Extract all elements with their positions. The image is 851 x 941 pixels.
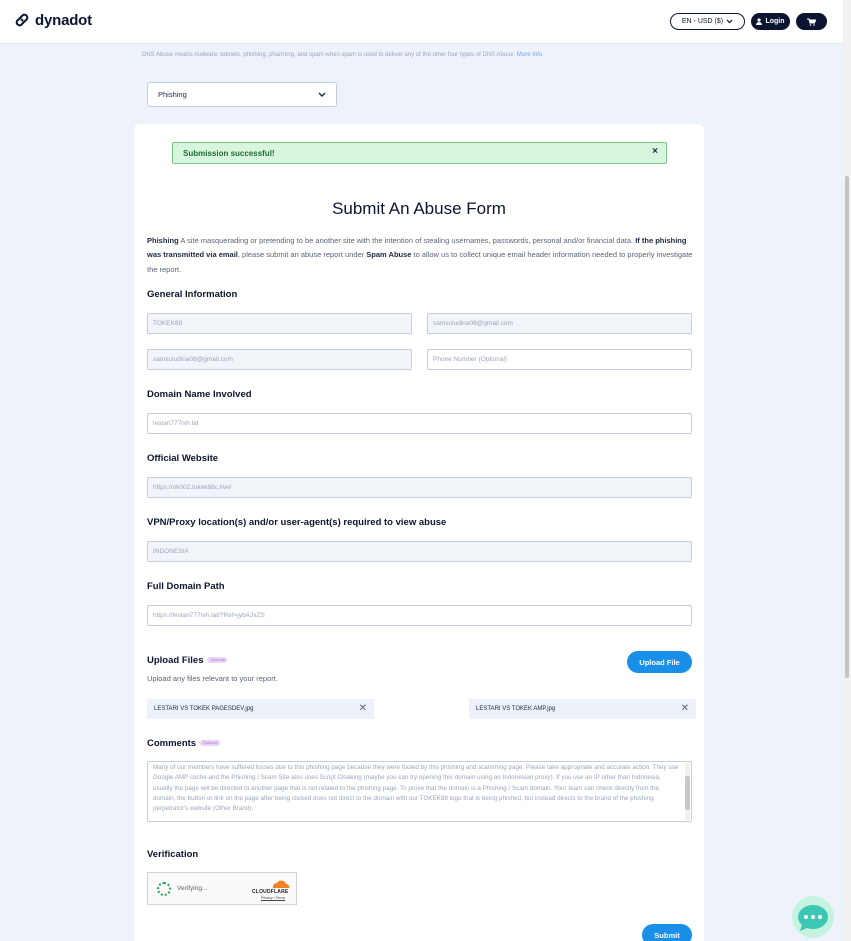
spinner-icon (157, 882, 171, 896)
site-header: dynadot EN - USD ($) Login (0, 0, 849, 44)
phone-placeholder: Phone Number (Optional) (433, 356, 508, 363)
optional-badge: Optional (200, 740, 221, 747)
intro-definition: A site masquerading or pretending to be … (178, 236, 636, 245)
chat-widget-button[interactable] (789, 895, 837, 939)
cloudflare-wordmark: CLOUDFLARE (252, 889, 289, 895)
logo[interactable]: dynadot (14, 12, 92, 29)
page-scrollbar[interactable] (843, 0, 851, 941)
general-info-heading: General Information (147, 289, 238, 300)
remove-file-icon[interactable]: ✕ (681, 703, 689, 714)
confirm-email-field[interactable]: samsuludina08@gmail.com (147, 349, 412, 370)
comments-textarea[interactable]: domain which is actually very dangerous … (147, 761, 692, 822)
domain-heading: Domain Name Involved (147, 389, 252, 400)
official-website-value: https://ok002.tokek88c.live/ (153, 484, 232, 491)
captcha-widget[interactable]: Verifying... CLOUDFLARE Privacy • Terms (147, 872, 297, 905)
comments-scrollbar-thumb[interactable] (685, 776, 690, 810)
login-label: Login (765, 18, 785, 25)
email-value: samsuludina08@gmail.com (433, 320, 513, 327)
domain-path-input[interactable]: https://lestari777nih.lat/?Ref=jybAJxZS (147, 605, 692, 626)
login-button[interactable]: Login (751, 13, 790, 30)
vpn-field[interactable]: INDONESIA (147, 541, 692, 562)
phone-field[interactable]: Phone Number (Optional) (427, 349, 692, 370)
official-website-heading: Official Website (147, 453, 219, 464)
comments-scrollbar[interactable] (685, 763, 690, 820)
captcha-status: Verifying... (177, 885, 208, 892)
cloudflare-logo: CLOUDFLARE Privacy • Terms (252, 878, 292, 902)
vpn-heading: VPN/Proxy location(s) and/or user-agent(… (147, 517, 447, 528)
name-field[interactable]: TOKEK88 (147, 313, 412, 334)
form-intro: Phishing A site masquerading or pretendi… (147, 234, 693, 277)
user-icon (756, 18, 763, 25)
chevron-down-icon (318, 92, 326, 97)
dns-abuse-note: DNS Abuse means malware, botnets, phishi… (142, 52, 542, 58)
comments-heading-label: Comments (147, 738, 197, 749)
success-message: Submission successful! (183, 148, 275, 158)
form-title: Submit An Abuse Form (332, 199, 506, 218)
privacy-terms-links[interactable]: Privacy • Terms (261, 896, 285, 900)
domain-value: lestari777nih.lat (153, 420, 199, 427)
dynadot-logo-icon (15, 13, 29, 26)
official-website-field[interactable]: https://ok002.tokek88c.live/ (147, 477, 692, 498)
chevron-down-icon (726, 19, 733, 24)
abuse-type-select[interactable]: Phishing (147, 82, 337, 107)
intro-term: Phishing (147, 236, 179, 245)
close-icon[interactable]: × (652, 146, 658, 157)
email-field[interactable]: samsuludina08@gmail.com (427, 313, 692, 334)
upload-file-button[interactable]: Upload File (627, 651, 692, 673)
comments-text: domain which is actually very dangerous … (153, 764, 679, 813)
language-label: EN - USD ($) (681, 18, 724, 25)
domain-path-heading: Full Domain Path (147, 581, 225, 592)
vpn-value: INDONESIA (153, 548, 189, 555)
upload-heading: Upload Files Optional (147, 655, 228, 666)
domain-path-value: https://lestari777nih.lat/?Ref=jybAJxZS (153, 612, 265, 619)
page-scrollbar-thumb[interactable] (845, 176, 849, 678)
abuse-type-value: Phishing (158, 90, 187, 99)
submit-button[interactable]: Submit (642, 924, 692, 941)
upload-subtitle: Upload any files relevant to your report… (147, 674, 278, 683)
file-name: LESTARI VS TOKEK AMP.jpg (476, 706, 556, 712)
remove-file-icon[interactable]: ✕ (359, 703, 367, 714)
language-currency-button[interactable]: EN - USD ($) (670, 13, 745, 30)
more-info-link[interactable]: More Info (517, 52, 542, 58)
upload-heading-label: Upload Files (147, 655, 204, 666)
uploaded-file-item: LESTARI VS TOKEK PAGESDEV.jpg ✕ (147, 699, 374, 719)
cloud-icon (272, 880, 290, 888)
confirm-email-value: samsuludina08@gmail.com (153, 356, 233, 363)
uploaded-file-item: LESTARI VS TOKEK AMP.jpg ✕ (469, 699, 696, 719)
intro-middle: , please submit an abuse report under (237, 250, 367, 260)
file-name: LESTARI VS TOKEK PAGESDEV.jpg (154, 706, 254, 712)
name-value: TOKEK88 (153, 320, 183, 327)
comments-heading: Comments Optional (147, 738, 221, 749)
cart-icon (807, 17, 816, 26)
dns-abuse-text: DNS Abuse means malware, botnets, phishi… (142, 52, 516, 58)
verification-heading: Verification (147, 849, 199, 860)
spam-abuse-link[interactable]: Spam Abuse (366, 250, 411, 259)
domain-input[interactable]: lestari777nih.lat (147, 413, 692, 434)
success-alert: Submission successful! × (172, 142, 667, 164)
cart-button[interactable] (796, 13, 827, 30)
optional-badge: Optional (207, 657, 228, 664)
chat-icon (792, 896, 834, 938)
logo-text: dynadot (35, 12, 92, 29)
